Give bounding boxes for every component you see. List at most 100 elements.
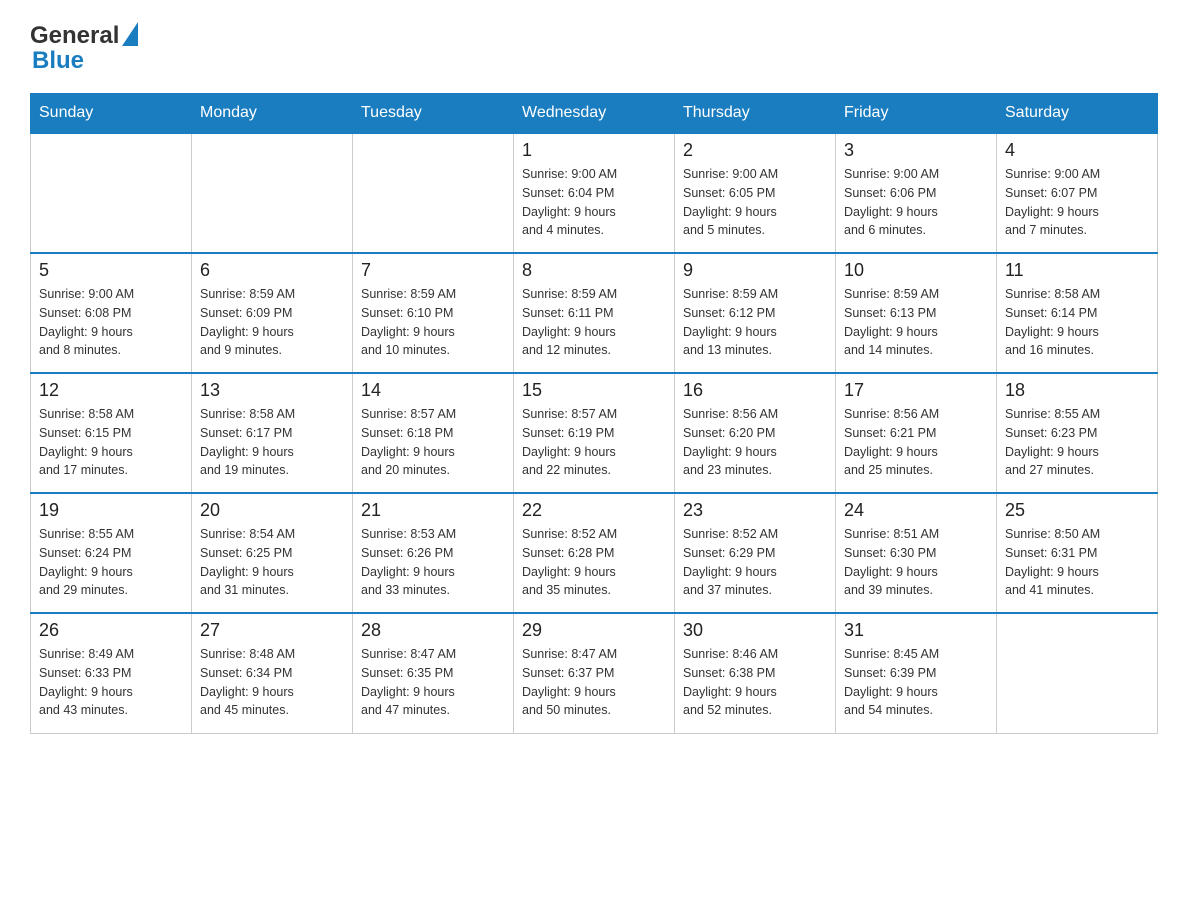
day-number: 28: [361, 620, 505, 641]
calendar-table: SundayMondayTuesdayWednesdayThursdayFrid…: [30, 93, 1158, 734]
calendar-day-7: 7Sunrise: 8:59 AM Sunset: 6:10 PM Daylig…: [353, 253, 514, 373]
calendar-day-9: 9 Sunrise: 8:59 AM Sunset: 6:12 PM Daylig…: [675, 253, 836, 373]
day-info: Sunrise: 8:55 AM Sunset: 6:23 PM Dayligh…: [1005, 405, 1149, 480]
calendar-empty-cell: [997, 613, 1158, 733]
day-info: Sunrise: 8:59 AM Sunset: 6:09 PM Dayligh…: [200, 285, 344, 360]
day-number: 14: [361, 380, 505, 401]
calendar-day-26: 26Sunrise: 8:49 AM Sunset: 6:33 PM Dayli…: [31, 613, 192, 733]
calendar-week-2: 5 Sunrise: 9:00 AM Sunset: 6:08 PM Daylig…: [31, 253, 1158, 373]
day-info: Sunrise: 8:47 AM Sunset: 6:35 PM Dayligh…: [361, 645, 505, 720]
day-number: 19: [39, 500, 183, 521]
day-number: 25: [1005, 500, 1149, 521]
day-number: 24: [844, 500, 988, 521]
calendar-day-2: 2Sunrise: 9:00 AM Sunset: 6:05 PM Daylig…: [675, 133, 836, 253]
day-info: Sunrise: 8:59 AM Sunset: 6:11 PM Dayligh…: [522, 285, 666, 360]
day-info: Sunrise: 8:58 AM Sunset: 6:15 PM Dayligh…: [39, 405, 183, 480]
calendar-header-row: SundayMondayTuesdayWednesdayThursdayFrid…: [31, 94, 1158, 134]
calendar-day-25: 25 Sunrise: 8:50 AM Sunset: 6:31 PM Dayli…: [997, 493, 1158, 613]
day-info: Sunrise: 9:00 AM Sunset: 6:04 PM Dayligh…: [522, 165, 666, 240]
day-number: 30: [683, 620, 827, 641]
day-number: 21: [361, 500, 505, 521]
calendar-day-5: 5 Sunrise: 9:00 AM Sunset: 6:08 PM Daylig…: [31, 253, 192, 373]
calendar-day-14: 14 Sunrise: 8:57 AM Sunset: 6:18 PM Dayli…: [353, 373, 514, 493]
day-number: 16: [683, 380, 827, 401]
header-wednesday: Wednesday: [514, 94, 675, 134]
calendar-empty-cell: [192, 133, 353, 253]
logo-blue-text: Blue: [32, 47, 138, 75]
calendar-day-3: 3 Sunrise: 9:00 AM Sunset: 6:06 PM Daylig…: [836, 133, 997, 253]
day-number: 15: [522, 380, 666, 401]
day-info: Sunrise: 9:00 AM Sunset: 6:05 PM Dayligh…: [683, 165, 827, 240]
calendar-day-15: 15 Sunrise: 8:57 AM Sunset: 6:19 PM Dayli…: [514, 373, 675, 493]
header-friday: Friday: [836, 94, 997, 134]
day-number: 17: [844, 380, 988, 401]
day-number: 13: [200, 380, 344, 401]
calendar-day-19: 19 Sunrise: 8:55 AM Sunset: 6:24 PM Dayli…: [31, 493, 192, 613]
calendar-day-11: 11 Sunrise: 8:58 AM Sunset: 6:14 PM Dayli…: [997, 253, 1158, 373]
day-info: Sunrise: 8:58 AM Sunset: 6:17 PM Dayligh…: [200, 405, 344, 480]
calendar-day-29: 29 Sunrise: 8:47 AM Sunset: 6:37 PM Dayli…: [514, 613, 675, 733]
calendar-day-1: 1 Sunrise: 9:00 AM Sunset: 6:04 PM Daylig…: [514, 133, 675, 253]
day-info: Sunrise: 8:57 AM Sunset: 6:19 PM Dayligh…: [522, 405, 666, 480]
calendar-day-12: 12 Sunrise: 8:58 AM Sunset: 6:15 PM Dayli…: [31, 373, 192, 493]
day-info: Sunrise: 8:48 AM Sunset: 6:34 PM Dayligh…: [200, 645, 344, 720]
header-tuesday: Tuesday: [353, 94, 514, 134]
day-info: Sunrise: 8:47 AM Sunset: 6:37 PM Dayligh…: [522, 645, 666, 720]
calendar-day-30: 30 Sunrise: 8:46 AM Sunset: 6:38 PM Dayli…: [675, 613, 836, 733]
day-info: Sunrise: 8:53 AM Sunset: 6:26 PM Dayligh…: [361, 525, 505, 600]
day-number: 18: [1005, 380, 1149, 401]
calendar-week-1: 1 Sunrise: 9:00 AM Sunset: 6:04 PM Daylig…: [31, 133, 1158, 253]
day-number: 5: [39, 260, 183, 281]
calendar-week-3: 12 Sunrise: 8:58 AM Sunset: 6:15 PM Dayli…: [31, 373, 1158, 493]
calendar-empty-cell: [353, 133, 514, 253]
calendar-day-31: 31Sunrise: 8:45 AM Sunset: 6:39 PM Dayli…: [836, 613, 997, 733]
day-info: Sunrise: 8:46 AM Sunset: 6:38 PM Dayligh…: [683, 645, 827, 720]
calendar-day-27: 27Sunrise: 8:48 AM Sunset: 6:34 PM Dayli…: [192, 613, 353, 733]
calendar-day-21: 21 Sunrise: 8:53 AM Sunset: 6:26 PM Dayli…: [353, 493, 514, 613]
calendar-day-6: 6 Sunrise: 8:59 AM Sunset: 6:09 PM Daylig…: [192, 253, 353, 373]
day-info: Sunrise: 8:59 AM Sunset: 6:12 PM Dayligh…: [683, 285, 827, 360]
calendar-day-23: 23 Sunrise: 8:52 AM Sunset: 6:29 PM Dayli…: [675, 493, 836, 613]
day-number: 12: [39, 380, 183, 401]
day-info: Sunrise: 8:56 AM Sunset: 6:21 PM Dayligh…: [844, 405, 988, 480]
day-info: Sunrise: 8:45 AM Sunset: 6:39 PM Dayligh…: [844, 645, 988, 720]
calendar-day-18: 18 Sunrise: 8:55 AM Sunset: 6:23 PM Dayli…: [997, 373, 1158, 493]
day-info: Sunrise: 9:00 AM Sunset: 6:07 PM Dayligh…: [1005, 165, 1149, 240]
day-info: Sunrise: 8:58 AM Sunset: 6:14 PM Dayligh…: [1005, 285, 1149, 360]
day-info: Sunrise: 8:59 AM Sunset: 6:13 PM Dayligh…: [844, 285, 988, 360]
day-number: 11: [1005, 260, 1149, 281]
day-info: Sunrise: 8:52 AM Sunset: 6:29 PM Dayligh…: [683, 525, 827, 600]
logo: General Blue: [30, 20, 138, 75]
day-info: Sunrise: 8:50 AM Sunset: 6:31 PM Dayligh…: [1005, 525, 1149, 600]
day-number: 1: [522, 140, 666, 161]
day-number: 3: [844, 140, 988, 161]
day-number: 8: [522, 260, 666, 281]
page-header: General Blue: [30, 20, 1158, 75]
calendar-week-5: 26Sunrise: 8:49 AM Sunset: 6:33 PM Dayli…: [31, 613, 1158, 733]
day-number: 6: [200, 260, 344, 281]
calendar-empty-cell: [31, 133, 192, 253]
day-number: 23: [683, 500, 827, 521]
day-number: 10: [844, 260, 988, 281]
calendar-day-22: 22Sunrise: 8:52 AM Sunset: 6:28 PM Dayli…: [514, 493, 675, 613]
day-info: Sunrise: 8:49 AM Sunset: 6:33 PM Dayligh…: [39, 645, 183, 720]
day-info: Sunrise: 9:00 AM Sunset: 6:08 PM Dayligh…: [39, 285, 183, 360]
calendar-day-16: 16 Sunrise: 8:56 AM Sunset: 6:20 PM Dayli…: [675, 373, 836, 493]
calendar-day-8: 8 Sunrise: 8:59 AM Sunset: 6:11 PM Daylig…: [514, 253, 675, 373]
logo-general-text: General: [30, 22, 119, 50]
day-info: Sunrise: 8:55 AM Sunset: 6:24 PM Dayligh…: [39, 525, 183, 600]
calendar-day-4: 4 Sunrise: 9:00 AM Sunset: 6:07 PM Daylig…: [997, 133, 1158, 253]
day-info: Sunrise: 8:52 AM Sunset: 6:28 PM Dayligh…: [522, 525, 666, 600]
day-info: Sunrise: 8:56 AM Sunset: 6:20 PM Dayligh…: [683, 405, 827, 480]
header-monday: Monday: [192, 94, 353, 134]
day-number: 29: [522, 620, 666, 641]
day-info: Sunrise: 8:59 AM Sunset: 6:10 PM Dayligh…: [361, 285, 505, 360]
day-number: 4: [1005, 140, 1149, 161]
day-info: Sunrise: 8:51 AM Sunset: 6:30 PM Dayligh…: [844, 525, 988, 600]
day-number: 20: [200, 500, 344, 521]
calendar-day-13: 13 Sunrise: 8:58 AM Sunset: 6:17 PM Dayli…: [192, 373, 353, 493]
day-info: Sunrise: 8:57 AM Sunset: 6:18 PM Dayligh…: [361, 405, 505, 480]
calendar-day-28: 28 Sunrise: 8:47 AM Sunset: 6:35 PM Dayli…: [353, 613, 514, 733]
day-info: Sunrise: 9:00 AM Sunset: 6:06 PM Dayligh…: [844, 165, 988, 240]
day-number: 9: [683, 260, 827, 281]
